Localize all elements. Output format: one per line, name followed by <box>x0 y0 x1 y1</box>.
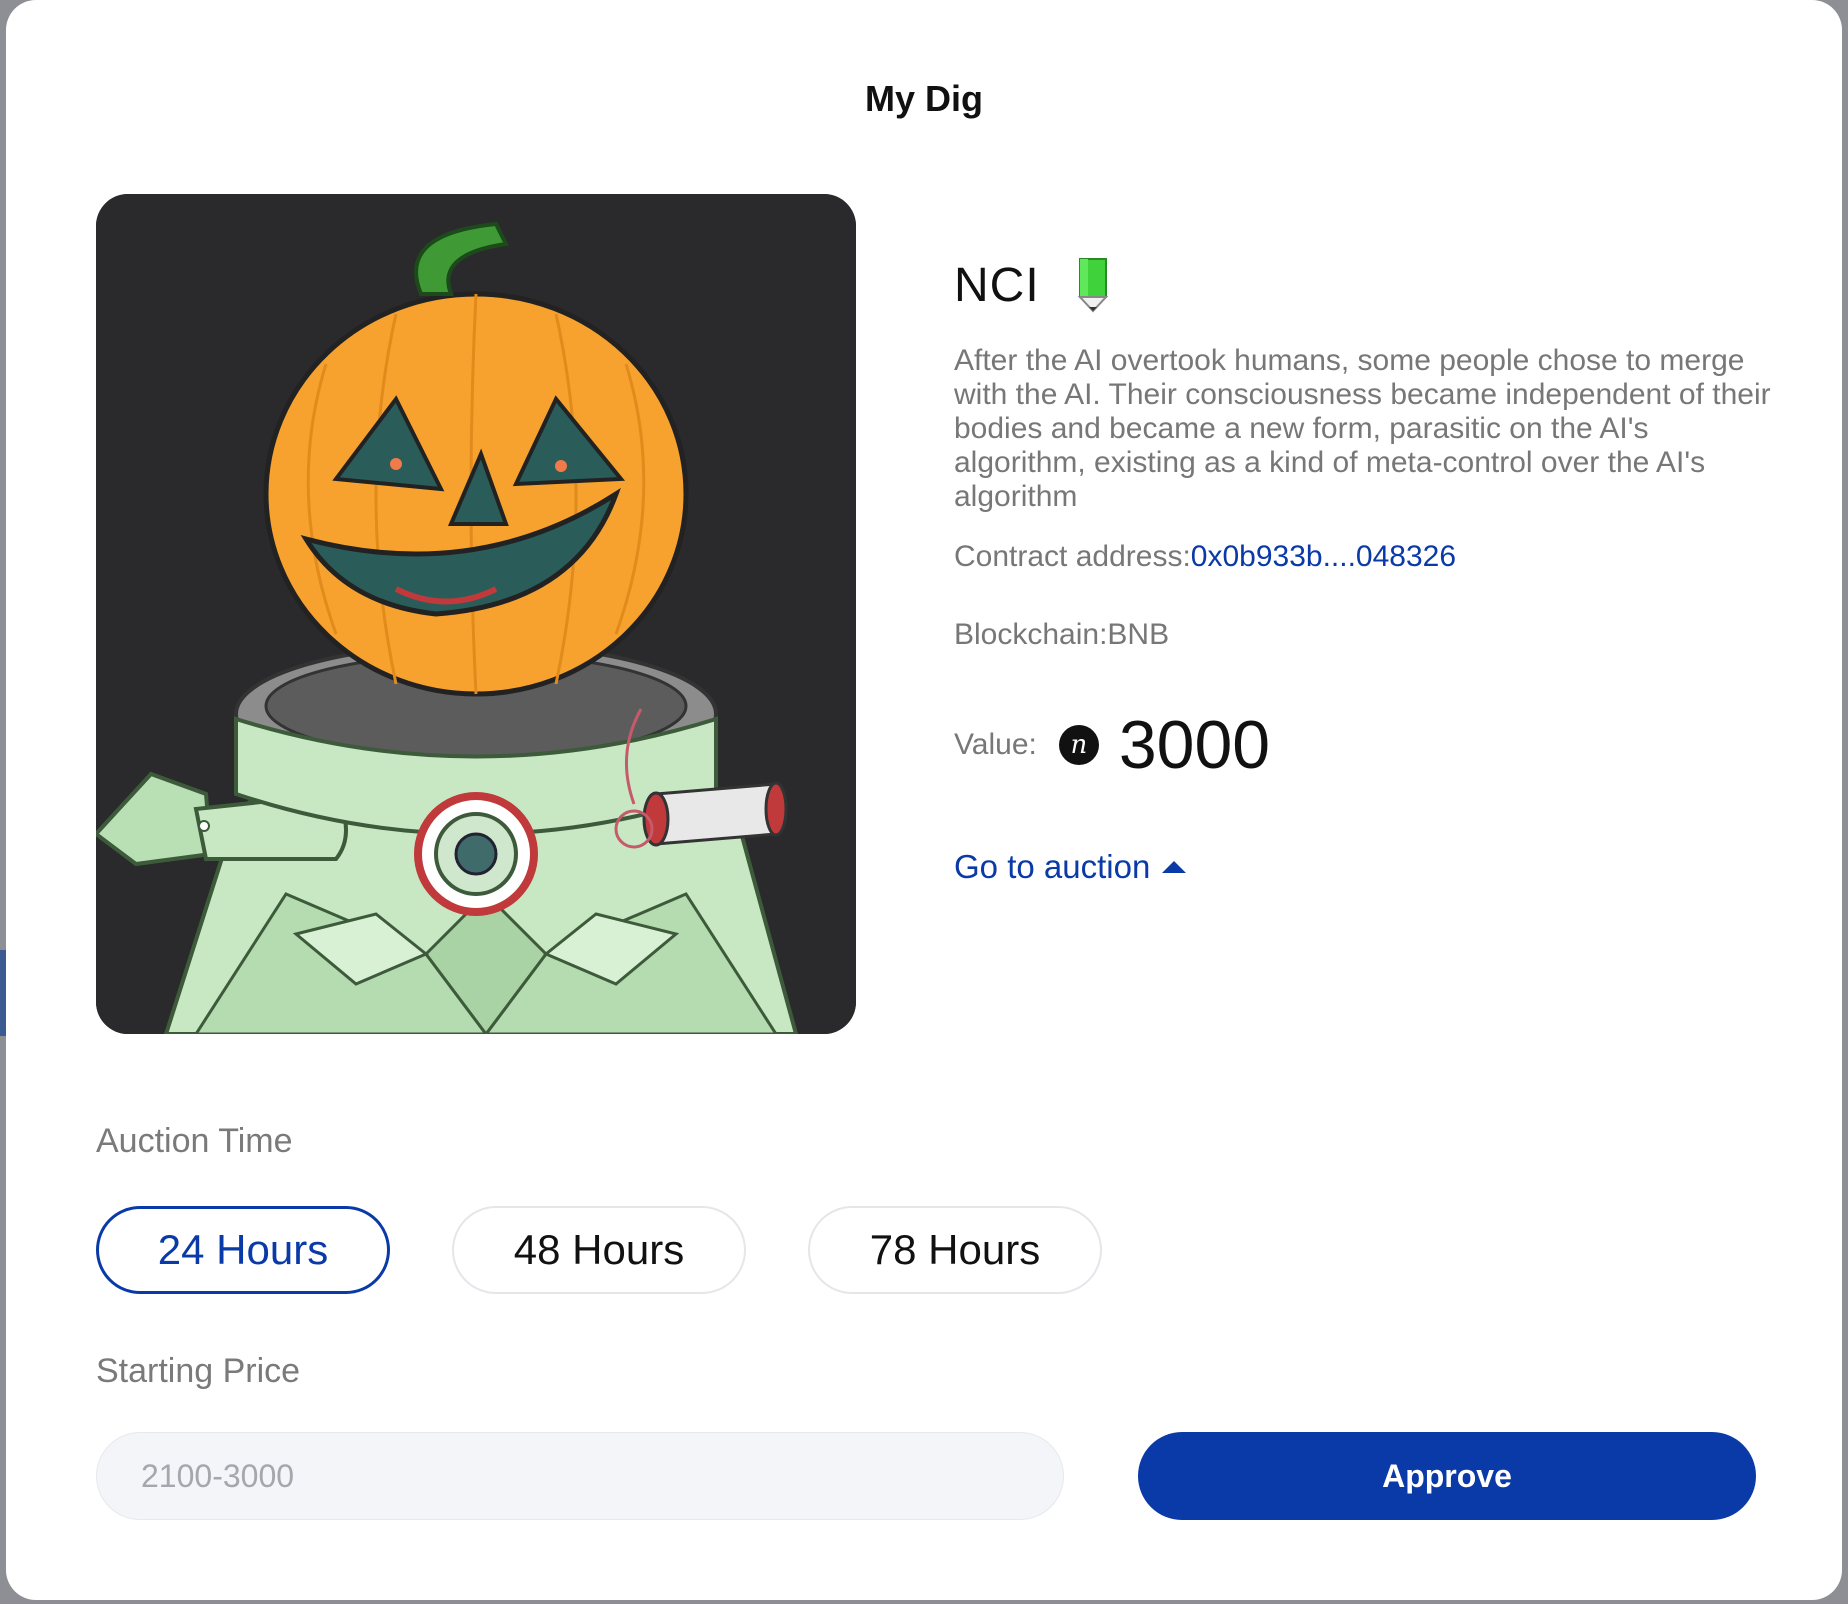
approve-button[interactable]: Approve <box>1138 1432 1756 1520</box>
go-to-auction-link[interactable]: Go to auction <box>954 848 1187 886</box>
auction-option-48-hours[interactable]: 48 Hours <box>452 1206 746 1294</box>
value-row: Value: n 3000 <box>954 706 1270 784</box>
coin-icon: n <box>1058 725 1099 765</box>
auction-time-label: Auction Time <box>96 1122 293 1160</box>
auction-option-78-hours[interactable]: 78 Hours <box>808 1206 1102 1294</box>
blockchain-text: Blockchain:BNB <box>954 618 1170 651</box>
caret-up-icon <box>1162 861 1187 873</box>
value-label: Value: <box>954 728 1037 761</box>
go-to-auction-label: Go to auction <box>954 848 1151 885</box>
starting-price-input[interactable] <box>96 1432 1064 1520</box>
auction-modal: My Dig NCI After the AI overtook humans,… <box>6 0 1842 1600</box>
contract-address-link[interactable]: 0x0b933b....048326 <box>1191 540 1456 573</box>
contract-address-label: Contract address: <box>954 540 1191 573</box>
contract-address-row: Contract address:0x0b933b....048326 <box>954 540 1456 574</box>
starting-price-label: Starting Price <box>96 1352 301 1390</box>
nft-artwork <box>96 194 856 1034</box>
modal-title: My Dig <box>864 78 983 119</box>
green-pencil-icon[interactable] <box>1077 257 1108 318</box>
nft-name-row: NCI <box>954 250 1774 320</box>
side-edge-tab <box>0 950 6 1036</box>
nft-description: After the AI overtook humans, some peopl… <box>954 344 1771 513</box>
nft-info-panel: NCI After the AI overtook humans, some p… <box>954 250 1774 885</box>
pumpkin-astronaut-illustration <box>96 194 856 1034</box>
auction-option-24-hours[interactable]: 24 Hours <box>96 1206 390 1294</box>
value-amount: 3000 <box>1118 707 1271 783</box>
nft-name: NCI <box>954 258 1040 312</box>
